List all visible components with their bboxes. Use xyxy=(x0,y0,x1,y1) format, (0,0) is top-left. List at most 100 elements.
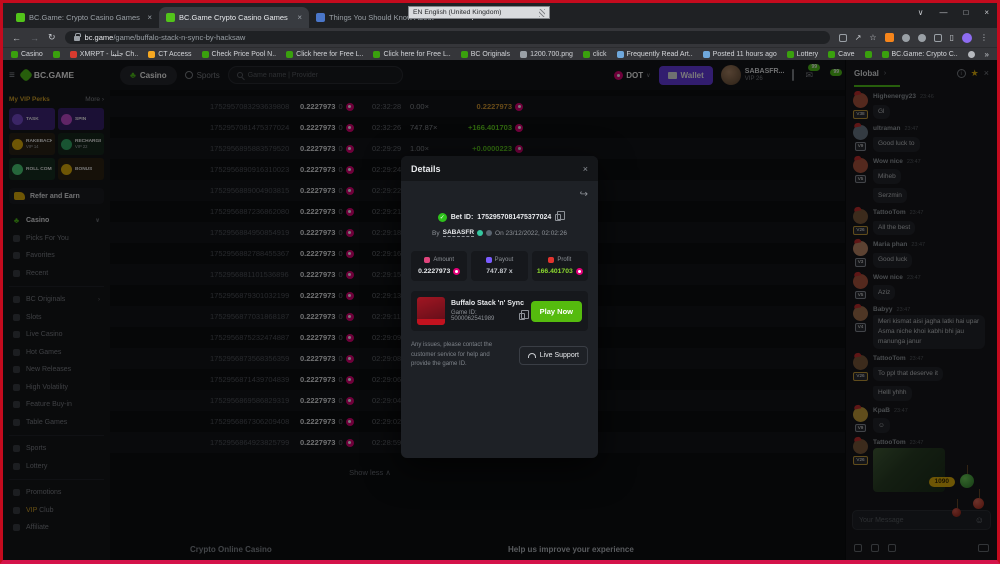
bookmark-favicon-icon xyxy=(787,51,794,58)
bet-id-value: 1752957081475377024 xyxy=(477,214,551,221)
language-select[interactable]: EN English (United Kingdom) xyxy=(408,6,550,19)
url-path: /game/buffalo-stack-n-sync-by-hacksaw xyxy=(113,33,245,42)
dot-coin-icon xyxy=(576,268,583,275)
extension-icon[interactable] xyxy=(918,34,926,42)
lock-icon xyxy=(74,36,80,41)
bookmark-item[interactable]: Cave xyxy=(828,51,854,58)
toolbar-icons: ↗ ☆ ▯ ⋮ xyxy=(839,33,988,43)
tab-strip-tabs: BC.Game: Crypto Casino Games×BC.Game Cry… xyxy=(9,7,459,28)
bookmark-favicon-icon xyxy=(520,51,527,58)
stat-icon xyxy=(486,257,492,263)
stat-icon xyxy=(424,257,430,263)
bookmark-item[interactable]: BC Originals xyxy=(461,51,510,58)
stat-label: Amount xyxy=(433,257,454,263)
share-icon[interactable]: ↗ xyxy=(855,33,862,42)
live-support-button[interactable]: Live Support xyxy=(519,346,588,365)
minimize-button[interactable]: — xyxy=(939,8,947,17)
bookmark-favicon-icon xyxy=(373,51,380,58)
dot-coin-icon xyxy=(453,268,460,275)
bookmark-label: click xyxy=(593,51,607,58)
game-name: Buffalo Stack 'n' Sync xyxy=(451,300,525,307)
send-to-device-icon[interactable] xyxy=(839,34,847,42)
tab-search-chevron-icon[interactable]: ∨ xyxy=(918,8,924,17)
stat-icon xyxy=(548,257,554,263)
language-select-value: EN English (United Kingdom) xyxy=(413,9,501,16)
bookmark-label: XMRPT - جلبنا Ch.. xyxy=(80,50,138,58)
bet-user-link[interactable]: SABASFR xyxy=(443,229,474,237)
browser-tab[interactable]: BC.Game Crypto Casino Games× xyxy=(159,7,309,28)
bookmark-item[interactable]: click xyxy=(583,51,607,58)
stat-box-profit: Profit 166.401703 xyxy=(532,251,588,281)
bookmark-favicon-icon xyxy=(53,51,60,58)
bookmark-item[interactable]: XMRPT - جلبنا Ch.. xyxy=(70,50,138,58)
bookmark-item[interactable] xyxy=(53,51,60,58)
play-now-button[interactable]: Play Now xyxy=(531,301,582,322)
share-bet-icon[interactable]: ↪ xyxy=(580,189,588,200)
bet-datetime: On 23/12/2022, 02:02:26 xyxy=(495,230,567,237)
copy-icon[interactable] xyxy=(555,214,561,221)
bookmark-favicon-icon xyxy=(202,51,209,58)
bookmark-item[interactable]: Click here for Free L.. xyxy=(373,51,450,58)
tab-favicon-icon xyxy=(16,13,25,22)
user-badge-icon xyxy=(486,230,492,236)
bookmark-label: BC Originals xyxy=(471,51,510,58)
back-button[interactable]: ← xyxy=(12,33,21,43)
game-thumbnail[interactable] xyxy=(417,297,445,325)
forward-button[interactable]: → xyxy=(30,33,39,43)
extension-icon[interactable] xyxy=(902,34,910,42)
by-label: By xyxy=(432,230,440,237)
tab-close-icon[interactable]: × xyxy=(147,13,152,22)
select-grip-icon xyxy=(539,9,545,17)
side-panel-icon[interactable]: ▯ xyxy=(950,33,954,42)
bookmark-item[interactable] xyxy=(865,51,872,58)
bookmark-label: Click here for Free L.. xyxy=(296,51,363,58)
window-controls: ∨ — □ × xyxy=(918,8,989,17)
metamask-extension-icon[interactable] xyxy=(885,33,894,42)
stat-box-amount: Amount 0.2227973 xyxy=(411,251,467,281)
bookmark-item[interactable]: Lottery xyxy=(787,51,818,58)
tab-close-icon[interactable]: × xyxy=(297,13,302,22)
bookmark-item[interactable]: Frequently Read Art.. xyxy=(617,51,693,58)
modal-close-icon[interactable]: × xyxy=(583,164,588,174)
bookmark-label: Check Price Pool N.. xyxy=(212,51,277,58)
address-bar[interactable]: bc.game/game/buffalo-stack-n-sync-by-hac… xyxy=(65,31,830,44)
bookmark-favicon-icon xyxy=(148,51,155,58)
stat-value: 747.87 x xyxy=(486,268,512,275)
bookmark-favicon-icon xyxy=(617,51,624,58)
stat-value: 0.2227973 xyxy=(418,268,450,275)
verified-icon: ✓ xyxy=(438,213,447,222)
bookmark-favicon-icon xyxy=(11,51,18,58)
bookmark-star-icon[interactable]: ☆ xyxy=(869,33,876,42)
browser-tab[interactable]: BC.Game: Crypto Casino Games× xyxy=(9,7,159,28)
reload-button[interactable]: ↻ xyxy=(48,32,56,43)
menu-kebab-icon[interactable]: ⋮ xyxy=(980,33,988,42)
headset-icon xyxy=(528,353,536,358)
bookmark-item[interactable]: BC.Game: Crypto C.. xyxy=(882,51,958,58)
stat-value: 166.401703 xyxy=(537,268,573,275)
copy-icon[interactable] xyxy=(519,313,525,320)
bookmark-item[interactable]: Check Price Pool N.. xyxy=(202,51,277,58)
close-window-button[interactable]: × xyxy=(984,8,989,17)
bookmark-item[interactable]: @FxckYouBxtch xyxy=(968,51,975,58)
bookmark-label: BC.Game: Crypto C.. xyxy=(892,51,958,58)
bookmark-favicon-icon xyxy=(882,51,889,58)
bookmarks-bar: Casino XMRPT - جلبنا Ch.. CT Access Check P… xyxy=(3,47,997,60)
tab-favicon-icon xyxy=(316,13,325,22)
url-domain: bc.game xyxy=(85,33,114,42)
bookmark-item[interactable]: Posted 11 hours ago xyxy=(703,51,777,58)
bookmark-label: Click here for Free L.. xyxy=(383,51,450,58)
profile-avatar-icon[interactable] xyxy=(962,33,972,43)
extensions-puzzle-icon[interactable] xyxy=(934,34,942,42)
bookmark-favicon-icon xyxy=(286,51,293,58)
globe-icon xyxy=(968,51,975,58)
bookmarks-overflow-icon[interactable]: » xyxy=(985,50,989,59)
bookmark-item[interactable]: CT Access xyxy=(148,51,191,58)
bookmark-item[interactable]: 1200.700.png xyxy=(520,51,573,58)
bet-id-label: Bet ID: xyxy=(451,214,474,221)
bookmark-item[interactable]: Click here for Free L.. xyxy=(286,51,363,58)
stat-label: Profit xyxy=(557,257,571,263)
bookmark-label: Posted 11 hours ago xyxy=(713,51,777,58)
bookmark-favicon-icon xyxy=(70,51,77,58)
bookmark-item[interactable]: Casino xyxy=(11,51,43,58)
maximize-button[interactable]: □ xyxy=(963,8,968,17)
